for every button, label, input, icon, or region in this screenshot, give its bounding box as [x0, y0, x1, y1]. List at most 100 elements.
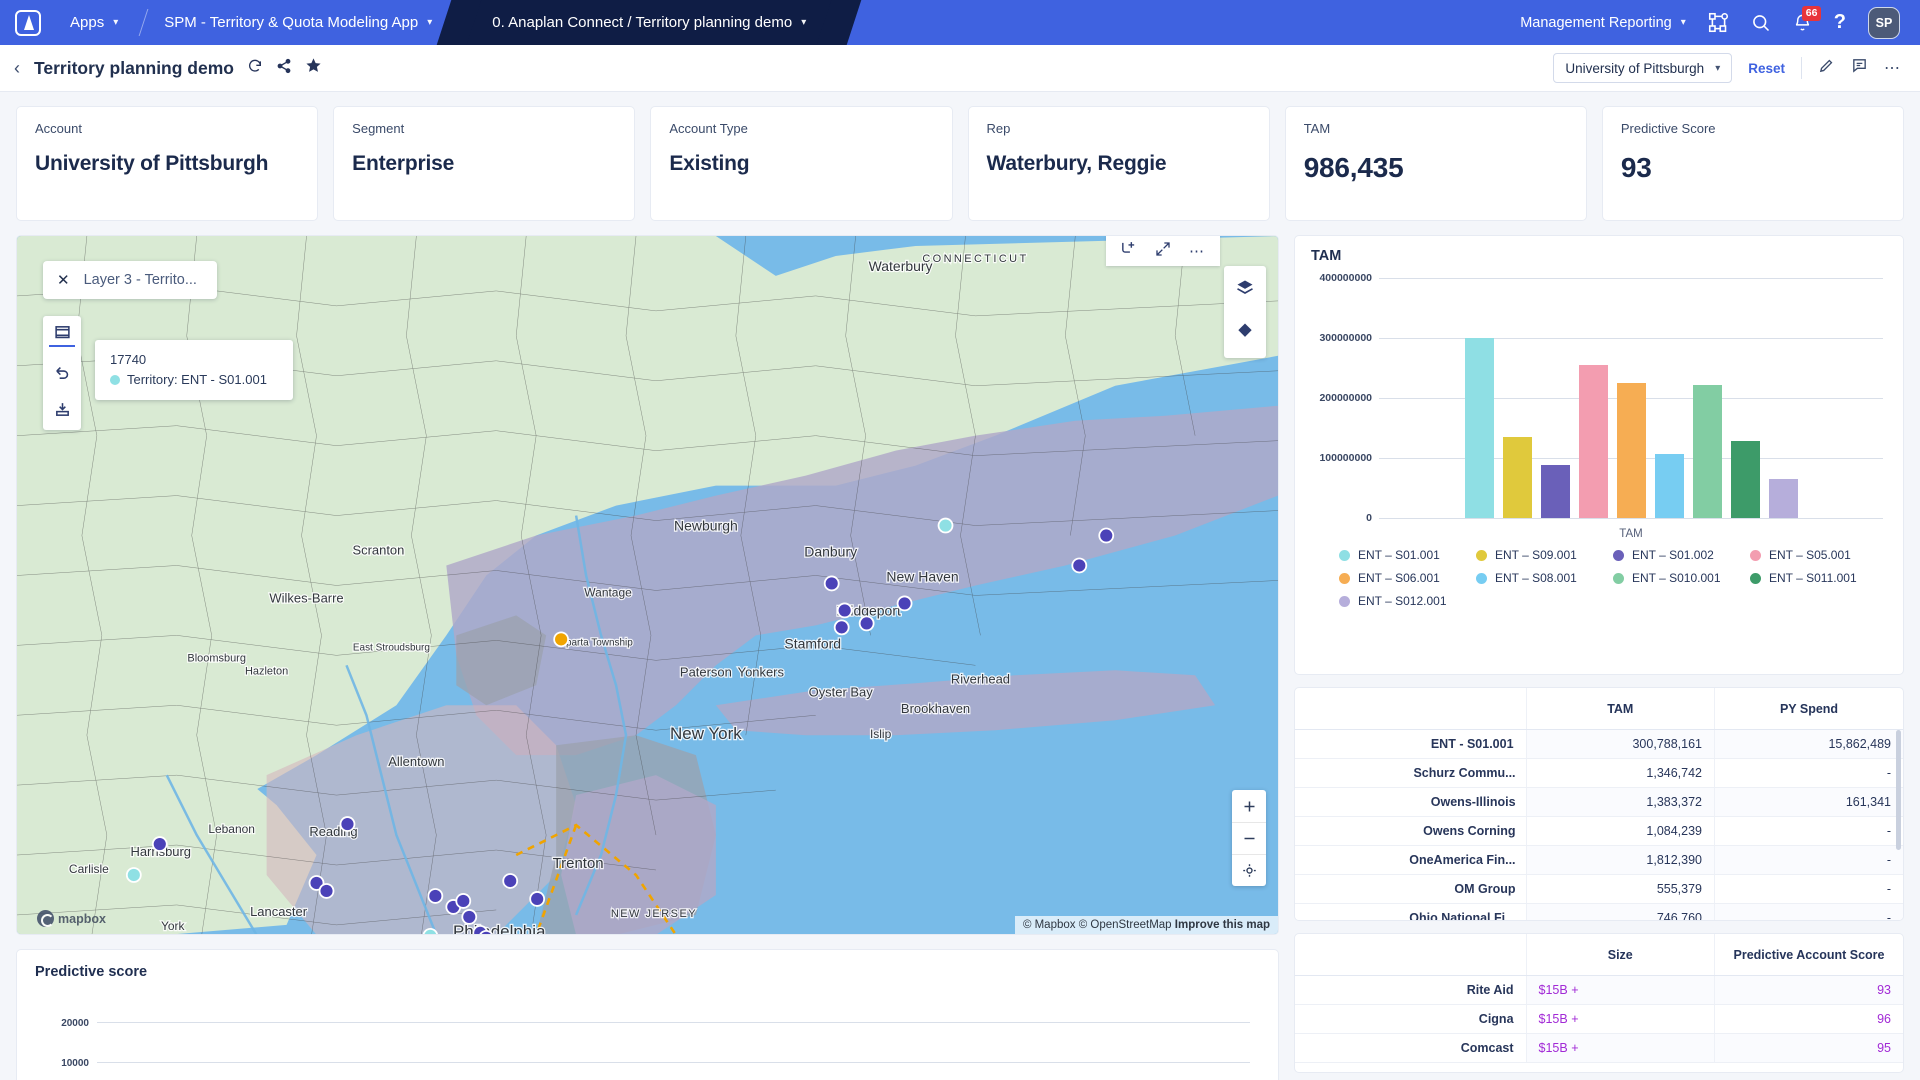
share-icon[interactable]: [276, 58, 292, 79]
map-pin[interactable]: [530, 892, 544, 906]
map-pin[interactable]: [456, 894, 470, 908]
map-layer-tools[interactable]: [1224, 266, 1266, 358]
cell-py-spend: 15,862,489: [1715, 730, 1904, 759]
map-draw-tools[interactable]: [43, 316, 81, 430]
table-scrollbar[interactable]: [1896, 730, 1901, 850]
undo-icon[interactable]: [49, 360, 75, 384]
layers-icon[interactable]: [1235, 278, 1255, 303]
table-row[interactable]: OneAmerica Fin...1,812,390-: [1295, 846, 1903, 875]
legend-item[interactable]: ENT – S08.001: [1476, 571, 1613, 585]
map-label: Oyster Bay: [809, 684, 874, 699]
more-options-icon[interactable]: ⋯: [1189, 242, 1206, 260]
legend-item[interactable]: ENT – S012.001: [1339, 594, 1476, 608]
col-predictive-score[interactable]: Predictive Account Score: [1715, 934, 1904, 976]
table-row[interactable]: Owens-Illinois1,383,372161,341: [1295, 788, 1903, 817]
map-pin[interactable]: [153, 837, 167, 851]
locate-me-button[interactable]: [1232, 854, 1266, 886]
download-icon[interactable]: [49, 397, 75, 421]
legend-item[interactable]: ENT – S010.001: [1613, 571, 1750, 585]
select-rectangle-icon[interactable]: [49, 323, 75, 347]
table-row[interactable]: Ohio National Fi...746,760-: [1295, 904, 1903, 921]
map-pin[interactable]: [838, 603, 852, 617]
map-pin[interactable]: [835, 620, 849, 634]
close-icon[interactable]: ✕: [57, 271, 70, 289]
bar-6[interactable]: [1655, 454, 1684, 518]
col-size[interactable]: Size: [1526, 934, 1714, 976]
bar-3[interactable]: [1541, 465, 1570, 518]
map-pin[interactable]: [428, 889, 442, 903]
legend-item[interactable]: ENT – S05.001: [1750, 548, 1887, 562]
search-icon[interactable]: [1751, 13, 1771, 33]
bar-4[interactable]: [1579, 365, 1608, 518]
legend-item[interactable]: ENT – S01.002: [1613, 548, 1750, 562]
improve-map-link[interactable]: Improve this map: [1175, 919, 1270, 931]
map-pin[interactable]: [898, 596, 912, 610]
map-pin[interactable]: [320, 884, 334, 898]
mapbox-logo[interactable]: mapbox: [37, 910, 106, 927]
favorite-star-icon[interactable]: [305, 57, 322, 79]
workspace-selector[interactable]: Management Reporting ▾: [1520, 15, 1686, 31]
legend-item[interactable]: ENT – S06.001: [1339, 571, 1476, 585]
app-selector[interactable]: SPM - Territory & Quota Modeling App ▾: [144, 0, 458, 45]
tam-chart-title: TAM: [1311, 248, 1887, 264]
legend-item[interactable]: ENT – S01.001: [1339, 548, 1476, 562]
col-tam[interactable]: TAM: [1526, 688, 1714, 730]
zoom-in-button[interactable]: [1232, 790, 1266, 822]
bar-5[interactable]: [1617, 383, 1646, 518]
table-row[interactable]: Rite Aid$15B +93: [1295, 976, 1903, 1005]
bar-7[interactable]: [1693, 385, 1722, 518]
table-row[interactable]: Comcast$15B +95: [1295, 1034, 1903, 1063]
legend-item[interactable]: ENT – S09.001: [1476, 548, 1613, 562]
bar-8[interactable]: [1731, 441, 1760, 518]
table-row[interactable]: ENT - S01.001300,788,16115,862,489: [1295, 730, 1903, 759]
map-top-toolbar[interactable]: ⋯: [1106, 236, 1220, 266]
size-table-card: Size Predictive Account Score Rite Aid$1…: [1294, 933, 1904, 1073]
anaplan-logo[interactable]: [0, 0, 56, 45]
map-pin[interactable]: [1072, 558, 1086, 572]
table-row[interactable]: OM Group555,379-: [1295, 875, 1903, 904]
map-layer-chip[interactable]: ✕ Layer 3 - Territo...: [43, 261, 217, 299]
map-pin[interactable]: [127, 868, 141, 882]
map-zoom-controls[interactable]: [1232, 790, 1266, 886]
back-arrow-icon[interactable]: ‹: [14, 58, 20, 79]
map-pin[interactable]: [554, 632, 568, 646]
user-avatar[interactable]: SP: [1868, 7, 1900, 39]
refresh-icon[interactable]: [247, 58, 263, 79]
map-pin[interactable]: [825, 576, 839, 590]
comment-icon[interactable]: [1851, 57, 1868, 79]
bar-1[interactable]: [1465, 338, 1494, 518]
table-row[interactable]: Cigna$15B +96: [1295, 1005, 1903, 1034]
tam-chart-legend[interactable]: ENT – S01.001ENT – S09.001ENT – S01.002E…: [1311, 540, 1887, 608]
model-graph-icon[interactable]: [1708, 12, 1729, 33]
legend-item[interactable]: ENT – S011.001: [1750, 571, 1887, 585]
table-row[interactable]: Schurz Commu...1,346,742-: [1295, 759, 1903, 788]
y-tick-label: 0: [1366, 512, 1372, 524]
account-filter-select[interactable]: University of Pittsburgh ▾: [1553, 53, 1732, 83]
zoom-out-button[interactable]: [1232, 822, 1266, 854]
map-pin[interactable]: [1099, 529, 1113, 543]
reset-button[interactable]: Reset: [1748, 61, 1785, 76]
table-row[interactable]: Owens Corning1,084,239-: [1295, 817, 1903, 846]
add-selection-icon[interactable]: [1120, 240, 1137, 262]
map-pin[interactable]: [860, 616, 874, 630]
expand-icon[interactable]: [1155, 241, 1171, 262]
more-options-icon[interactable]: ⋯: [1884, 58, 1902, 78]
map-pin[interactable]: [340, 817, 354, 831]
cell-py-spend: 161,341: [1715, 788, 1904, 817]
col-py-spend[interactable]: PY Spend: [1715, 688, 1904, 730]
bar-2[interactable]: [1503, 437, 1532, 518]
help-icon[interactable]: ?: [1834, 11, 1846, 34]
map-pin[interactable]: [423, 929, 437, 935]
apps-menu[interactable]: Apps ▾: [56, 0, 144, 45]
paint-fill-icon[interactable]: [1235, 321, 1255, 346]
kpi-card-account-type: Account Type Existing: [650, 106, 952, 221]
notifications-bell-icon[interactable]: 66: [1793, 13, 1812, 32]
territory-map[interactable]: CONNECTICUTWaterburyNewburghDanburyNew H…: [16, 235, 1279, 935]
map-pin[interactable]: [503, 874, 517, 888]
tam-chart-bars[interactable]: [1379, 278, 1883, 518]
map-pin[interactable]: [939, 519, 953, 533]
bar-9[interactable]: [1769, 479, 1798, 518]
page-tab-active[interactable]: 0. Anaplan Connect / Territory planning …: [458, 0, 840, 45]
edit-pencil-icon[interactable]: [1818, 57, 1835, 79]
map-pin[interactable]: [462, 910, 476, 924]
